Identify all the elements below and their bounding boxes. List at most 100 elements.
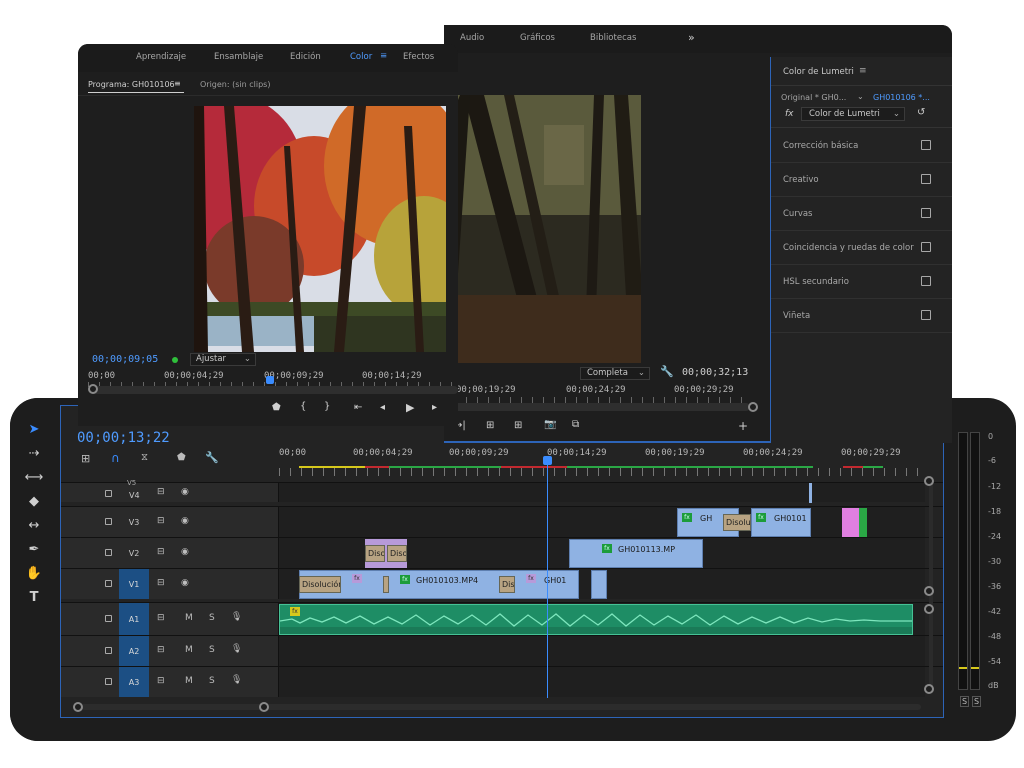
scroll-handle[interactable] [924, 604, 934, 614]
toggle-sync-icon[interactable]: ⊟ [157, 613, 165, 623]
lock-icon[interactable] [105, 580, 112, 587]
program-timecode[interactable]: 00;00;09;05 [92, 354, 158, 365]
track-content[interactable] [279, 483, 925, 503]
panel-menu-icon[interactable]: ≡ [859, 66, 867, 76]
transition[interactable]: Disolu [723, 514, 751, 531]
toggle-sync-icon[interactable]: ⊟ [157, 645, 165, 655]
tab-color[interactable]: Color [350, 52, 372, 62]
tab-source[interactable]: Origen: (sin clips) [200, 80, 270, 89]
scroll-handle[interactable] [88, 384, 98, 394]
pen-tool-icon[interactable]: ✒ [24, 540, 44, 560]
horizontal-scrollbar[interactable] [81, 704, 921, 710]
toggle-sync-icon[interactable]: ⊟ [157, 676, 165, 686]
step-back-icon[interactable]: ◂ [380, 402, 385, 413]
camera-icon[interactable]: 📷 [544, 419, 556, 430]
track-select-tool-icon[interactable]: ⇢ [24, 444, 44, 464]
snap-magnet-icon[interactable]: ∩ [111, 451, 120, 465]
section-checkbox[interactable] [921, 242, 931, 252]
transition[interactable] [383, 576, 389, 593]
wrench-icon[interactable]: 🔧 [660, 365, 674, 378]
section-basic-correction[interactable]: Corrección básica [771, 129, 952, 163]
mic-icon[interactable]: 🎙 [231, 644, 242, 654]
section-checkbox[interactable] [921, 208, 931, 218]
track-name[interactable]: V4 [129, 491, 140, 500]
track-content[interactable]: fx fx GH010103.MP4 fx GH01 Disolución Di… [279, 569, 925, 599]
track-name[interactable]: A2 [119, 636, 149, 666]
tab-bibliotecas[interactable]: Bibliotecas [590, 33, 636, 43]
monitor-scrub-bar[interactable] [444, 403, 750, 411]
lift-icon[interactable]: ⊞ [486, 420, 494, 431]
video-clip[interactable] [591, 570, 607, 599]
track-content[interactable] [279, 636, 925, 666]
program-playhead[interactable] [266, 376, 274, 384]
lock-icon[interactable] [105, 678, 112, 685]
playhead-line[interactable] [547, 462, 548, 698]
fit-select[interactable]: Ajustar ⌄ [190, 353, 256, 366]
video-clip[interactable]: fx GH0101 [751, 508, 811, 537]
clip-green[interactable] [859, 508, 867, 537]
quality-select[interactable]: Completa ⌄ [580, 367, 650, 380]
eye-icon[interactable]: ◉ [181, 487, 189, 497]
section-creative[interactable]: Creativo [771, 163, 952, 197]
scroll-handle[interactable] [924, 586, 934, 596]
toggle-sync-icon[interactable]: ⊟ [157, 516, 165, 526]
mute-button[interactable]: M [185, 645, 193, 655]
mute-button[interactable]: M [185, 676, 193, 686]
linked-selection-icon[interactable]: ⧖ [141, 452, 148, 463]
mic-icon[interactable]: 🎙 [231, 675, 242, 685]
track-name[interactable]: V1 [119, 569, 149, 599]
eye-icon[interactable]: ◉ [181, 578, 189, 588]
track-name[interactable]: A1 [119, 603, 149, 635]
section-checkbox[interactable] [921, 140, 931, 150]
type-tool-icon[interactable]: T [24, 588, 44, 608]
scroll-handle[interactable] [73, 702, 83, 712]
section-vignette[interactable]: Viñeta [771, 299, 952, 333]
transition[interactable]: Dis [499, 576, 515, 593]
add-button-icon[interactable]: + [738, 419, 748, 433]
audio-clip[interactable]: fx [279, 604, 913, 635]
mark-in-icon[interactable]: { [300, 401, 306, 412]
section-curves[interactable]: Curvas [771, 197, 952, 231]
add-marker-icon[interactable]: ⬟ [272, 402, 281, 413]
selection-tool-icon[interactable]: ➤ [24, 420, 44, 440]
clip-label[interactable]: GH010106 *... [873, 93, 930, 102]
workspace-menu-icon[interactable]: ≡ [380, 51, 387, 61]
tab-graficos[interactable]: Gráficos [520, 33, 555, 43]
solo-button[interactable]: S [209, 613, 215, 623]
section-checkbox[interactable] [921, 174, 931, 184]
hand-tool-icon[interactable]: ✋ [24, 564, 44, 584]
extract-icon[interactable]: ⊞ [514, 420, 522, 431]
compare-icon[interactable]: ⧉ [572, 419, 579, 430]
toggle-sync-icon[interactable]: ⊟ [157, 547, 165, 557]
video-clip[interactable]: fx fx GH010103.MP4 fx GH01 [299, 570, 579, 599]
scroll-handle[interactable] [748, 402, 758, 412]
video-clip[interactable]: fx GH010113.MP [569, 539, 703, 568]
tab-aprendizaje[interactable]: Aprendizaje [136, 52, 186, 62]
tab-audio[interactable]: Audio [460, 33, 484, 43]
track-name[interactable]: A3 [119, 667, 149, 697]
lock-icon[interactable] [105, 549, 112, 556]
section-checkbox[interactable] [921, 276, 931, 286]
go-to-in-icon[interactable]: ⇤ [354, 402, 362, 413]
play-icon[interactable]: ▶ [406, 401, 414, 414]
transition[interactable]: Diso [365, 545, 385, 562]
scroll-handle[interactable] [259, 702, 269, 712]
workspaces-overflow-button[interactable]: » [688, 31, 695, 44]
effect-select[interactable]: Color de Lumetri ⌄ [801, 107, 905, 121]
source-label[interactable]: Original * GH0... [781, 93, 846, 102]
track-name[interactable]: V2 [119, 538, 149, 568]
eye-icon[interactable]: ◉ [181, 547, 189, 557]
scroll-handle[interactable] [924, 476, 934, 486]
scroll-handle[interactable] [924, 684, 934, 694]
track-name[interactable]: V3 [119, 507, 149, 537]
playhead-handle[interactable] [543, 456, 552, 465]
slip-tool-icon[interactable]: ↔ [24, 516, 44, 536]
toggle-sync-icon[interactable]: ⊟ [157, 578, 165, 588]
transition[interactable]: Diso [387, 545, 407, 562]
clip-pink[interactable] [842, 508, 859, 537]
track-content[interactable]: Diso Diso fx GH010113.MP [279, 538, 925, 568]
clip-thin[interactable] [809, 483, 812, 503]
reset-icon[interactable]: ↺ [917, 107, 925, 118]
wrench-icon[interactable]: 🔧 [205, 451, 219, 464]
transition[interactable]: Disolución [299, 576, 341, 593]
